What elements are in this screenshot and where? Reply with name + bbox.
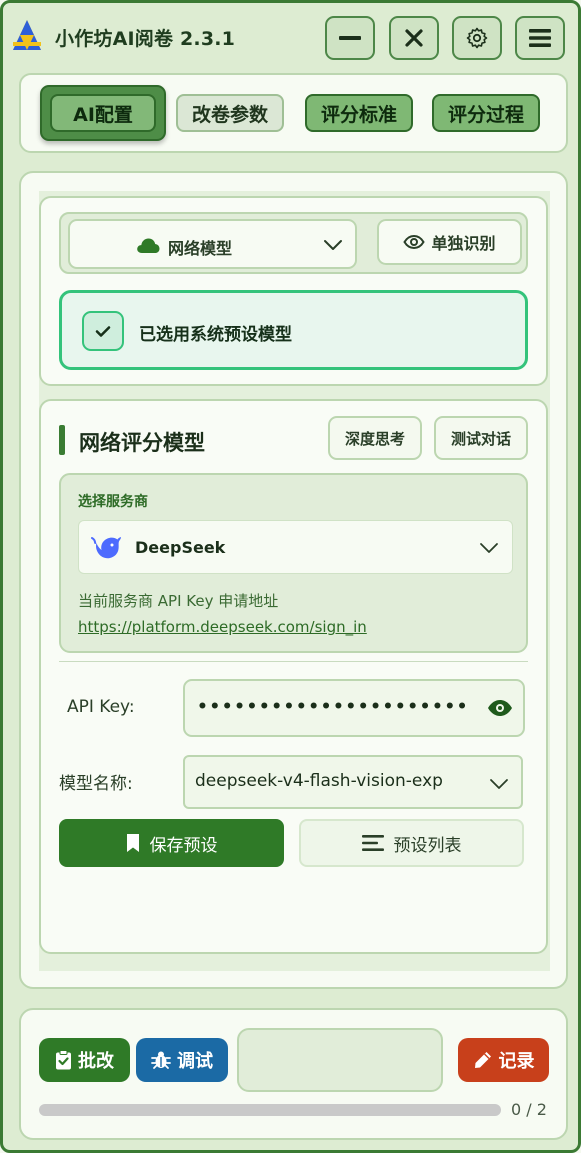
provider-name: DeepSeek — [135, 538, 226, 557]
app-logo-icon — [13, 20, 41, 50]
x-icon — [405, 29, 423, 47]
list-icon — [361, 835, 384, 851]
solo-recognition-button[interactable]: 单独识别 — [377, 219, 522, 265]
preset-list-button[interactable]: 预设列表 — [299, 819, 524, 867]
chevron-down-icon — [480, 543, 498, 553]
api-key-value: •••••••••••••••••••••• — [197, 697, 470, 717]
tab-scoring-process[interactable]: 评分过程 — [432, 94, 540, 132]
clipboard-check-icon — [56, 1050, 71, 1070]
api-key-input[interactable]: •••••••••••••••••••••• — [183, 679, 525, 737]
bottom-panel: 批改 调试 记录 0 / 2 — [19, 1008, 568, 1140]
api-key-link[interactable]: https://platform.deepseek.com/sign_in — [78, 618, 367, 636]
bug-icon — [151, 1051, 171, 1069]
main-panel: 网络模型 单独识别 已选用系统预设模型 网络评分模型 深度思考 测试对话 选择服… — [19, 171, 568, 989]
minus-icon — [339, 36, 361, 40]
eye-icon[interactable] — [487, 699, 513, 717]
save-preset-button[interactable]: 保存预设 — [59, 819, 284, 867]
deepseek-whale-icon — [91, 537, 121, 559]
section-accent-bar — [59, 425, 65, 455]
tab-grading-params[interactable]: 改卷参数 — [176, 94, 284, 132]
save-preset-label: 保存预设 — [149, 835, 218, 856]
check-icon — [95, 325, 111, 337]
model-name-value: deepseek-v4-flash-vision-exp — [195, 771, 443, 791]
minimize-button[interactable] — [325, 16, 375, 60]
preset-checkbox[interactable] — [82, 311, 124, 351]
chevron-down-icon — [490, 779, 508, 789]
deep-think-button[interactable]: 深度思考 — [328, 416, 422, 460]
eye-icon — [403, 235, 426, 249]
test-chat-button[interactable]: 测试对话 — [434, 416, 528, 460]
app-title: 小作坊AI阅卷 2.3.1 — [55, 28, 236, 50]
tab-ai-config[interactable]: AI配置 — [50, 94, 156, 132]
provider-box: 选择服务商 DeepSeek 当前服务商 API Key 申请地址 https:… — [59, 473, 528, 653]
solo-recognition-label: 单独识别 — [431, 234, 496, 253]
cloud-icon — [137, 238, 160, 253]
section-title: 网络评分模型 — [79, 431, 205, 455]
log-label: 记录 — [498, 1051, 535, 1072]
model-name-select[interactable]: deepseek-v4-flash-vision-exp — [183, 755, 523, 809]
api-key-hint: 当前服务商 API Key 申请地址 — [78, 592, 279, 610]
close-button[interactable] — [389, 16, 439, 60]
divider — [59, 661, 528, 662]
network-model-card: 网络评分模型 深度思考 测试对话 选择服务商 DeepSeek 当前服务商 AP… — [39, 399, 548, 954]
model-name-label: 模型名称: — [59, 774, 133, 794]
model-source-select[interactable]: 网络模型 — [68, 219, 357, 269]
preset-banner-text: 已选用系统预设模型 — [139, 325, 292, 345]
tab-scoring-criteria[interactable]: 评分标准 — [305, 94, 413, 132]
chevron-down-icon — [324, 240, 342, 250]
menu-button[interactable] — [515, 16, 565, 60]
pencil-icon — [474, 1052, 491, 1068]
main-scroll-area: 网络模型 单独识别 已选用系统预设模型 网络评分模型 深度思考 测试对话 选择服… — [39, 191, 550, 971]
model-source-value: 网络模型 — [168, 239, 233, 258]
model-source-card: 网络模型 单独识别 已选用系统预设模型 — [39, 196, 548, 386]
debug-label: 调试 — [177, 1051, 213, 1072]
provider-select[interactable]: DeepSeek — [78, 520, 513, 574]
tab-bar: AI配置 改卷参数 评分标准 评分过程 — [19, 73, 568, 153]
status-box — [237, 1028, 443, 1092]
debug-button[interactable]: 调试 — [136, 1038, 228, 1082]
provider-label: 选择服务商 — [78, 494, 148, 510]
settings-button[interactable] — [452, 16, 502, 60]
grade-label: 批改 — [78, 1051, 114, 1072]
model-source-row: 网络模型 单独识别 — [59, 212, 528, 274]
log-button[interactable]: 记录 — [458, 1038, 549, 1082]
api-key-label: API Key: — [67, 697, 135, 717]
bookmark-icon — [126, 834, 139, 852]
preset-list-label: 预设列表 — [393, 835, 462, 856]
hamburger-icon — [529, 29, 551, 47]
progress-text: 0 / 2 — [511, 1100, 547, 1119]
preset-model-banner: 已选用系统预设模型 — [59, 290, 528, 370]
grade-button[interactable]: 批改 — [39, 1038, 130, 1082]
gear-icon — [466, 27, 488, 49]
app-window: 小作坊AI阅卷 2.3.1 AI配置 改卷参数 评分标准 评分过程 网络模型 单… — [0, 0, 581, 1153]
progress-bar — [39, 1104, 501, 1116]
